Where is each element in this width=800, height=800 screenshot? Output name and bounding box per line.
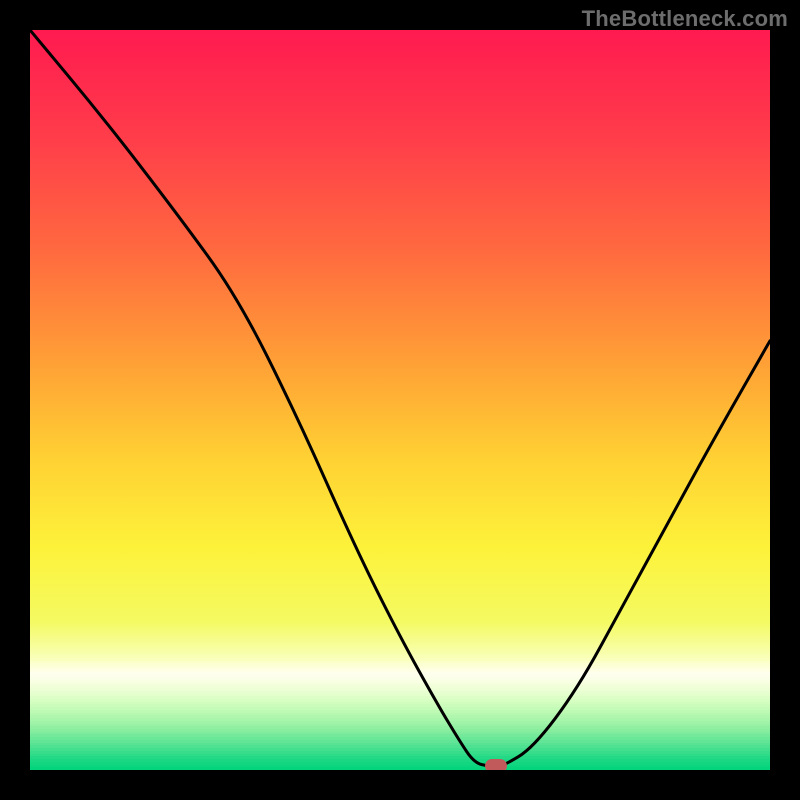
plot-area [30, 30, 770, 770]
curve-layer [30, 30, 770, 770]
watermark-text: TheBottleneck.com [582, 6, 788, 32]
chart-frame: TheBottleneck.com [0, 0, 800, 800]
optimum-marker [485, 759, 507, 770]
bottleneck-curve [30, 30, 770, 766]
